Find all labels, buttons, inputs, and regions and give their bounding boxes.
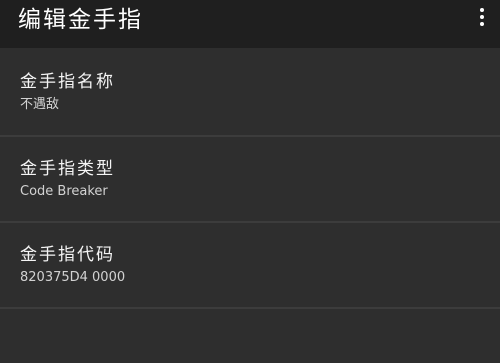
cheat-code-value: 820375D4 0000	[20, 270, 126, 285]
more-vert-icon	[480, 22, 484, 26]
cheat-type-row[interactable]: 金手指类型 Code Breaker	[0, 137, 500, 222]
cheat-type-label: 金手指类型	[20, 159, 115, 179]
cheat-name-value: 不遇敌	[20, 97, 60, 112]
cheat-code-row[interactable]: 金手指代码 820375D4 0000	[0, 223, 500, 308]
more-vert-icon	[480, 8, 484, 12]
cheat-edit-list: 金手指名称 不遇敌 金手指类型 Code Breaker 金手指代码 82037…	[0, 48, 500, 363]
app-bar: 编辑金手指	[0, 0, 500, 48]
page-title: 编辑金手指	[18, 7, 143, 33]
cheat-code-label: 金手指代码	[20, 245, 115, 265]
overflow-menu-button[interactable]	[470, 2, 494, 32]
cheat-name-row[interactable]: 金手指名称 不遇敌	[0, 50, 500, 135]
cheat-type-value: Code Breaker	[20, 184, 108, 199]
more-vert-icon	[480, 15, 484, 19]
divider	[0, 307, 500, 309]
cheat-name-label: 金手指名称	[20, 72, 115, 92]
